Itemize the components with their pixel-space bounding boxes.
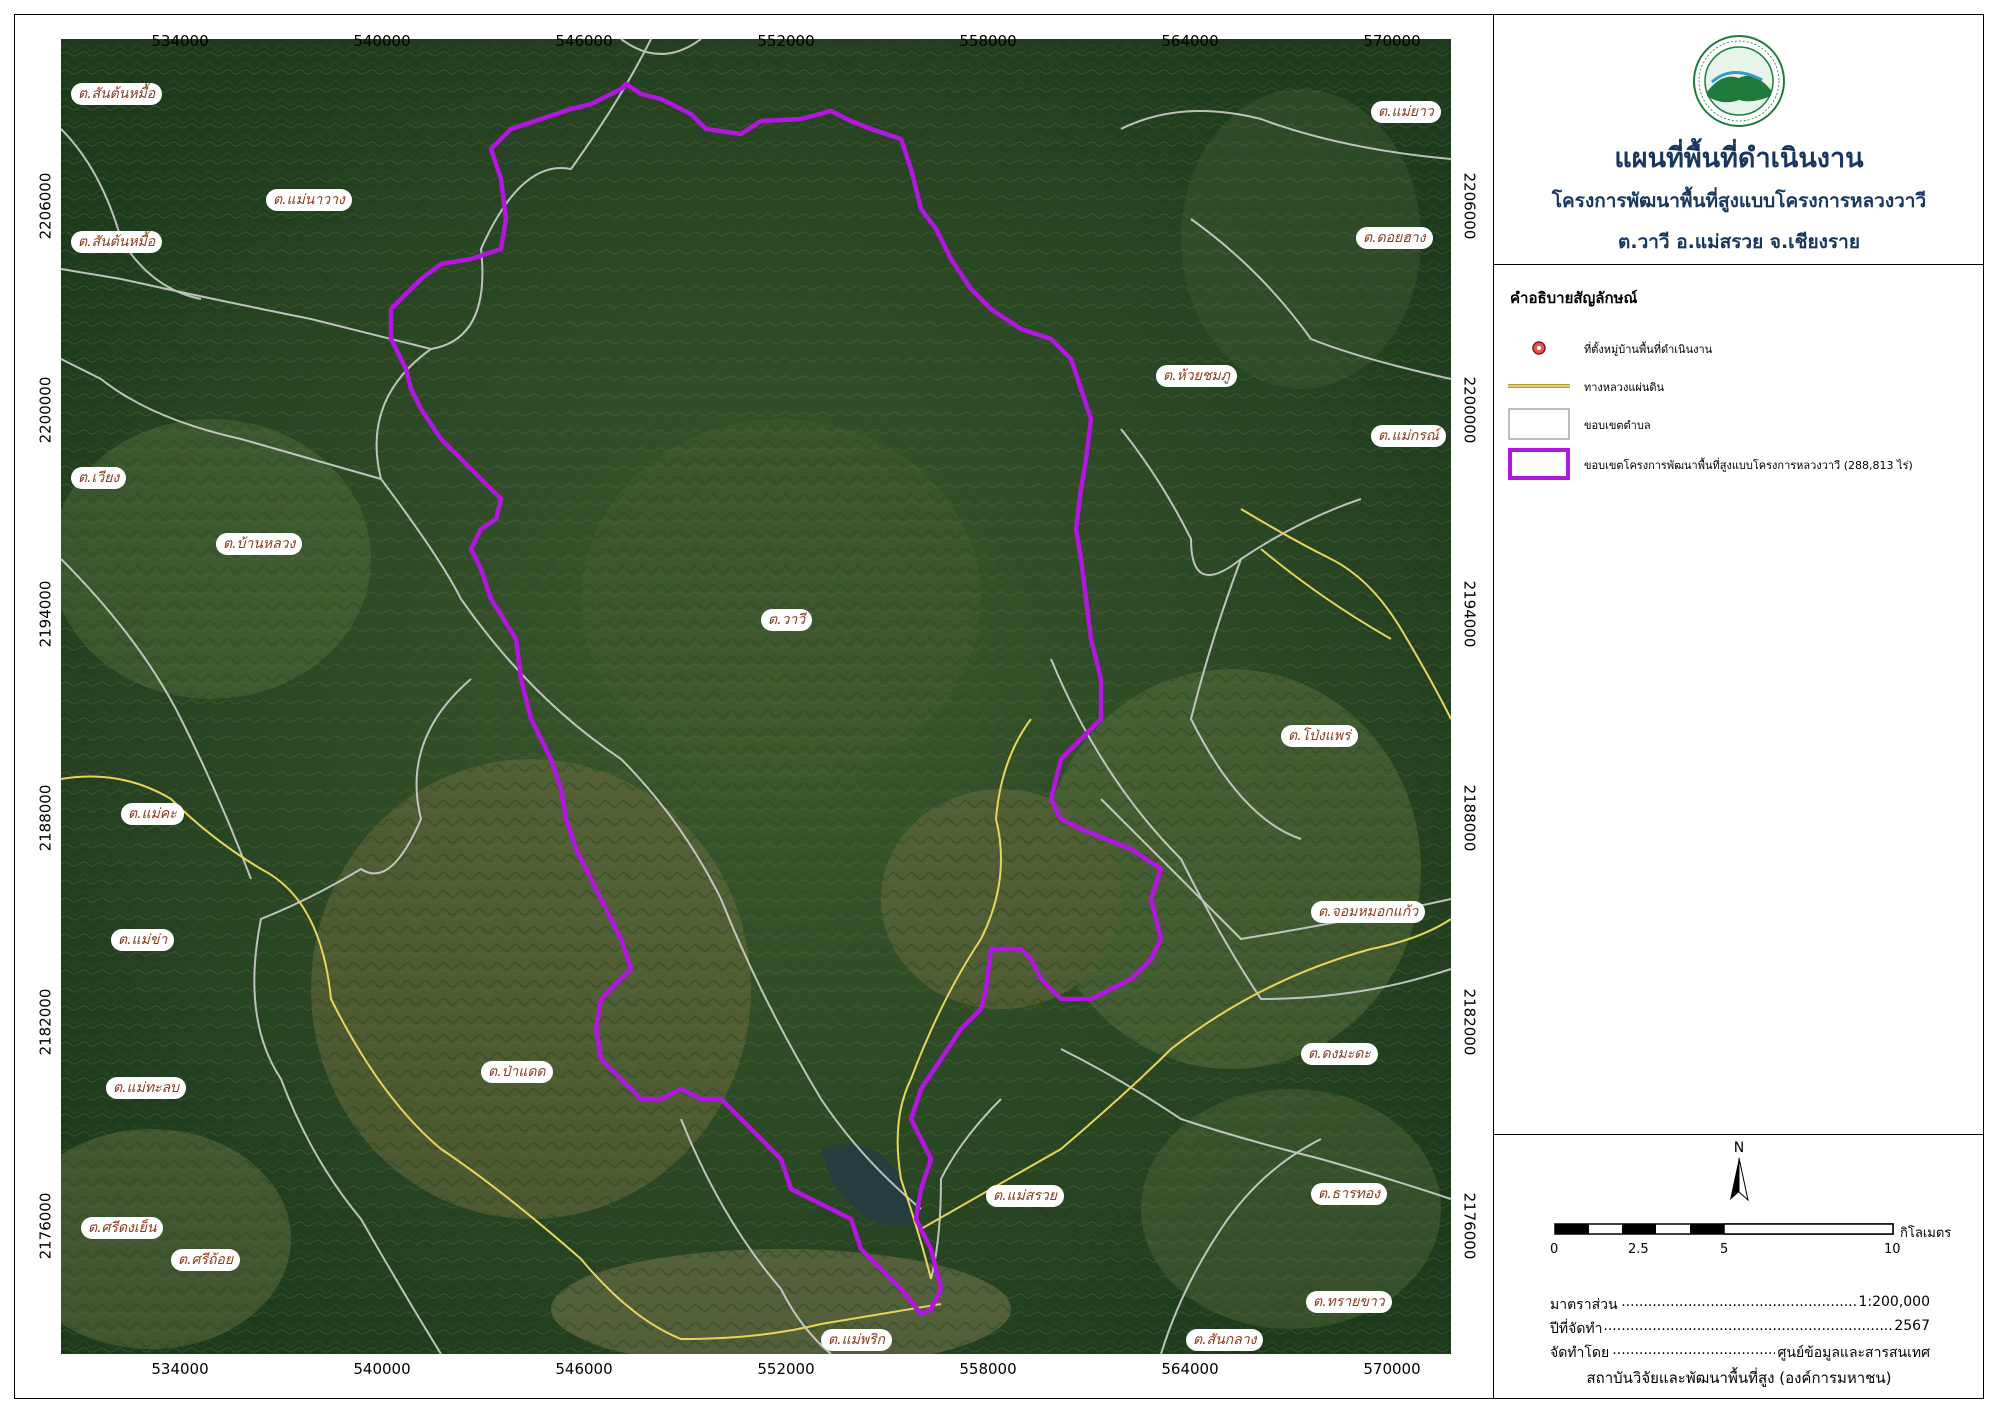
place-label: ต.สันต้นหมื้อ <box>71 83 163 105</box>
satellite-map[interactable] <box>61 39 1451 1354</box>
subdistrict-boundary-icon <box>1508 408 1570 440</box>
scale-tick-5: 5 <box>1720 1242 1729 1257</box>
legend-item-highway: ทางหลวงแผ่นดิน <box>1508 370 1968 406</box>
north-arrow-icon: N <box>1730 1140 1749 1202</box>
coord-x-top: 564000 <box>1161 32 1219 50</box>
separator <box>1494 1134 1984 1135</box>
project-subtitle: โครงการพัฒนาพื้นที่สูงแบบโครงการหลวงวาวี <box>1551 190 1927 212</box>
place-label: ต.แม่คะ <box>121 803 184 825</box>
place-label: ต.ป่าแดด <box>481 1061 553 1083</box>
north-arrow: N <box>1726 1138 1752 1210</box>
legend-label: ขอบเขตตำบล <box>1584 419 1651 432</box>
coord-y-left: 2182000 <box>36 988 55 1056</box>
place-label: ต.ศรีถ้อย <box>171 1249 241 1271</box>
coord-y-right: 2200000 <box>1460 376 1479 444</box>
coord-y-left: 2194000 <box>36 580 55 648</box>
info-panel: แผนที่พื้นที่ดำเนินงาน โครงการพัฒนาพื้นท… <box>1493 14 1984 1399</box>
scale-tick-10: 10 <box>1884 1242 1901 1257</box>
scale-tick-0: 0 <box>1550 1242 1559 1257</box>
scale-tick-2-5: 2.5 <box>1628 1242 1649 1257</box>
place-label: ต.ธารทอง <box>1311 1183 1387 1205</box>
coord-x-bottom: 546000 <box>555 1360 613 1378</box>
place-label: ต.โป่งแพร่ <box>1281 725 1358 747</box>
coord-x-bottom: 570000 <box>1363 1360 1421 1378</box>
place-label: ต.จอมหมอกแก้ว <box>1311 901 1426 923</box>
coord-y-right: 2206000 <box>1460 172 1479 240</box>
legend-item-village: ที่ตั้งหมู่บ้านพื้นที่ดำเนินงาน <box>1508 332 1968 368</box>
coord-x-top: 540000 <box>353 32 411 50</box>
coord-x-top: 570000 <box>1363 32 1421 50</box>
coord-x-bottom: 558000 <box>959 1360 1017 1378</box>
coord-y-left: 2200000 <box>36 376 55 444</box>
coord-y-right: 2176000 <box>1460 1192 1479 1260</box>
coord-y-right: 2194000 <box>1460 580 1479 648</box>
legend-label: ที่ตั้งหมู่บ้านพื้นที่ดำเนินงาน <box>1584 343 1713 356</box>
coord-x-bottom: 564000 <box>1161 1360 1219 1378</box>
place-label: ต.ดงมะดะ <box>1301 1043 1378 1065</box>
coord-x-top: 552000 <box>757 32 815 50</box>
separator <box>1494 264 1984 265</box>
institute-logo <box>1692 34 1786 128</box>
place-label: ต.แม่ทะลบ <box>106 1077 187 1099</box>
place-label: ต.วาวี <box>761 609 813 631</box>
place-label: ต.สันกลาง <box>1186 1329 1264 1351</box>
place-label: ต.แม่นาวาง <box>266 189 352 211</box>
highway-line-icon <box>1508 370 1570 402</box>
legend-label: ขอบเขตโครงการพัฒนาพื้นที่สูงแบบโครงการหล… <box>1584 459 1913 472</box>
coord-x-top: 534000 <box>151 32 209 50</box>
legend-item-subdistrict: ขอบเขตตำบล <box>1508 408 1968 444</box>
legend-item-project: ขอบเขตโครงการพัฒนาพื้นที่สูงแบบโครงการหล… <box>1508 448 1968 484</box>
coord-x-bottom: 534000 <box>151 1360 209 1378</box>
coord-x-top: 558000 <box>959 32 1017 50</box>
coord-x-bottom: 540000 <box>353 1360 411 1378</box>
info-year: ........................................… <box>1550 1318 1930 1337</box>
scale-bar: 0 2.5 5 10 กิโลเมตร <box>1550 1220 1951 1280</box>
coord-y-left: 2206000 <box>36 172 55 240</box>
institute-name: สถาบันวิจัยและพัฒนาพื้นที่สูง (องค์การมห… <box>1586 1369 1892 1387</box>
place-label: ต.ศรีดงเย็น <box>81 1217 164 1239</box>
place-label: ต.ทรายขาว <box>1306 1291 1392 1313</box>
map-title: แผนที่พื้นที่ดำเนินงาน <box>1614 143 1864 174</box>
place-label: ต.แม่กรณ์ <box>1371 425 1446 447</box>
coord-y-right: 2188000 <box>1460 784 1479 852</box>
project-boundary-icon <box>1508 448 1570 480</box>
place-label: ต.เวียง <box>71 467 127 489</box>
place-label: ต.แม่ยาว <box>1371 101 1441 123</box>
place-label: ต.แม่พริก <box>821 1329 893 1351</box>
legend-label: ทางหลวงแผ่นดิน <box>1584 381 1665 394</box>
place-label: ต.แม่ข่า <box>111 929 175 951</box>
place-label: ต.บ้านหลวง <box>216 533 303 555</box>
logo-emblem-icon <box>1693 35 1785 127</box>
coord-y-right: 2182000 <box>1460 988 1479 1056</box>
coord-y-left: 2188000 <box>36 784 55 852</box>
place-label: ต.ดอยฮาง <box>1356 227 1433 249</box>
place-label: ต.ห้วยชมภู <box>1156 365 1237 387</box>
place-label: ต.แม่สรวย <box>986 1185 1064 1207</box>
location-subtitle: ต.วาวี อ.แม่สรวย จ.เชียงราย <box>1618 231 1860 253</box>
info-producer: ........................................… <box>1550 1342 1930 1364</box>
svg-text:N: N <box>1734 1140 1744 1156</box>
coord-y-left: 2176000 <box>36 1192 55 1260</box>
place-label: ต.สันต้นหมื้อ <box>71 231 163 253</box>
coord-x-bottom: 552000 <box>757 1360 815 1378</box>
info-scale: ........................................… <box>1550 1294 1930 1313</box>
coord-x-top: 546000 <box>555 32 613 50</box>
map-area[interactable]: ต.สันต้นหมื้อ ต.แม่นาวาง ต.สันต้นหมื้อ ต.แม… <box>61 39 1451 1354</box>
scale-unit: กิโลเมตร <box>1900 1226 1952 1241</box>
village-marker-icon <box>1508 332 1570 364</box>
legend-title: คำอธิบายสัญลักษณ์ <box>1510 289 1638 307</box>
